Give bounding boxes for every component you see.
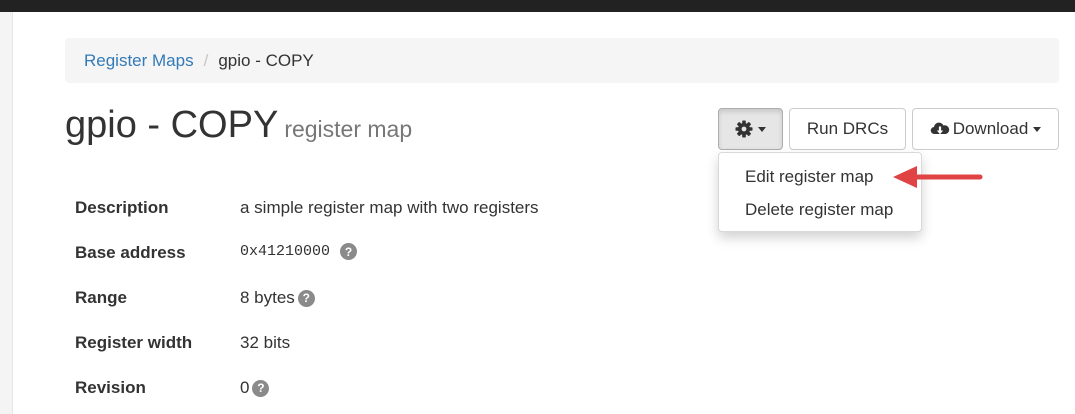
breadcrumb-link-register-maps[interactable]: Register Maps (84, 51, 194, 71)
detail-value-revision: 0 ? (240, 378, 270, 398)
help-icon[interactable]: ? (340, 243, 358, 260)
cloud-download-icon (930, 122, 949, 135)
register-width-value: 32 bits (240, 333, 291, 352)
detail-label-revision: Revision (75, 378, 146, 397)
chevron-down-icon (1033, 126, 1042, 132)
breadcrumb: Register Maps / gpio - COPY (65, 38, 1059, 83)
detail-label-range: Range (75, 288, 127, 307)
detail-label-register-width: Register width (75, 333, 193, 352)
page-subtitle: register map (284, 116, 413, 142)
breadcrumb-separator: / (203, 50, 209, 70)
detail-value-range: 8 bytes ? (240, 288, 315, 308)
download-label: Download (952, 119, 1029, 138)
page-title: gpio - COPY register map (65, 104, 412, 147)
detail-label-base-address: Base address (75, 243, 186, 262)
settings-dropdown-button[interactable] (718, 108, 783, 150)
detail-value-base-address: 0x41210000 ? (240, 243, 358, 260)
gear-icon (735, 120, 753, 138)
description-value: a simple register map with two registers (240, 198, 539, 217)
revision-value: 0 (240, 378, 250, 397)
help-icon[interactable]: ? (252, 379, 270, 397)
base-address-value: 0x41210000 (240, 243, 331, 260)
detail-value-description: a simple register map with two registers (240, 198, 539, 218)
menu-item-delete-register-map[interactable]: Delete register map (719, 193, 921, 226)
top-navbar (0, 0, 1075, 12)
page-title-text: gpio - COPY (65, 104, 279, 146)
breadcrumb-current: gpio - COPY (218, 50, 314, 70)
run-drcs-label: Run DRCs (806, 119, 889, 138)
run-drcs-button[interactable]: Run DRCs (789, 108, 906, 150)
left-gutter (0, 12, 13, 414)
detail-value-register-width: 32 bits (240, 333, 290, 353)
range-value: 8 bytes (240, 288, 295, 307)
detail-label-description: Description (75, 198, 169, 217)
download-dropdown-button[interactable]: Download (912, 108, 1059, 150)
help-icon[interactable]: ? (297, 289, 315, 307)
annotation-arrow (893, 166, 983, 188)
chevron-down-icon (758, 126, 766, 132)
